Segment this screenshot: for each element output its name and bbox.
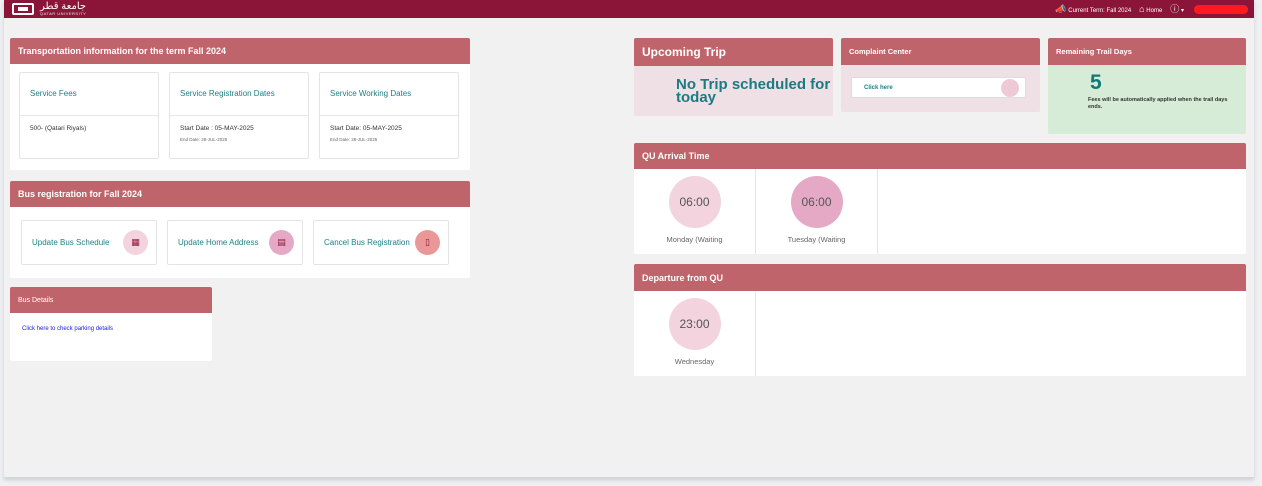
upcoming-trip-panel: Upcoming Trip No Trip scheduled for toda… <box>634 38 833 116</box>
complaint-center-panel: Complaint Center Click here <box>841 38 1040 112</box>
departure-panel: Departure from QU 23:00 Wednesday <box>634 264 1246 376</box>
term-indicator: 📣 Current Term: Fall 2024 <box>1055 3 1132 14</box>
service-working-dates-card: Service Working Dates Start Date: 05-MAY… <box>319 72 459 159</box>
card-value: 500- (Qatari Riyals) <box>30 125 87 132</box>
arrival-time-panel: QU Arrival Time 06:00 Monday (Waiting 06… <box>634 143 1246 254</box>
departure-time-item: 23:00 Wednesday <box>634 291 756 376</box>
bus-details-title: Bus Details <box>10 287 212 313</box>
card-subvalue: End Date: 28-JUL-2025 <box>330 137 378 142</box>
update-home-address-button[interactable]: Update Home Address ▤ <box>167 220 303 265</box>
service-registration-dates-card: Service Registration Dates Start Date : … <box>169 72 309 159</box>
action-label: Cancel Bus Registration <box>324 237 410 247</box>
arrival-time-item: 06:00 Monday (Waiting <box>634 169 756 254</box>
arrival-time-item: 06:00 Tuesday (Waiting <box>756 169 878 254</box>
card-title: Service Working Dates <box>320 73 458 116</box>
card-subvalue: End Date: 28-JUL-2025 <box>180 137 228 142</box>
action-label: Update Bus Schedule <box>32 237 110 247</box>
help-icon: ⓘ <box>1170 3 1180 14</box>
time-day: Monday (Waiting <box>666 235 723 244</box>
transport-info-panel: Transportation information for the term … <box>10 38 470 170</box>
university-logo[interactable]: جامعة قطر QATAR UNIVERSITY <box>12 0 86 18</box>
trail-days-note: Fees will be automatically applied when … <box>1088 97 1228 111</box>
bus-registration-panel: Bus registration for Fall 2024 Update Bu… <box>10 181 470 278</box>
departure-title: Departure from QU <box>634 264 1246 291</box>
home-link[interactable]: ⌂ Home <box>1139 3 1163 14</box>
term-label: Current Term: Fall 2024 <box>1068 7 1132 14</box>
complaint-click-here-button[interactable]: Click here <box>851 77 1026 98</box>
trail-days-title: Remaining Trail Days <box>1048 38 1246 65</box>
document-icon: ▤ <box>269 230 294 255</box>
complaint-icon <box>1001 78 1019 97</box>
card-title: Service Registration Dates <box>170 73 308 116</box>
time-value: 06:00 <box>790 176 843 228</box>
top-right-menu: 📣 Current Term: Fall 2024 ⌂ Home ⓘ ▾ <box>1055 0 1248 18</box>
complaint-link-label: Click here <box>864 84 893 91</box>
bus-registration-title: Bus registration for Fall 2024 <box>10 181 470 207</box>
trail-days-count: 5 <box>1090 71 1102 94</box>
action-label: Update Home Address <box>178 237 259 247</box>
megaphone-icon: 📣 <box>1055 3 1067 14</box>
parking-details-link[interactable]: Click here to check parking details <box>10 313 212 345</box>
update-bus-schedule-button[interactable]: Update Bus Schedule ▦ <box>21 220 157 265</box>
page-frame: جامعة قطر QATAR UNIVERSITY 📣 Current Ter… <box>4 0 1254 478</box>
time-day: Wednesday <box>674 357 715 366</box>
logo-icon <box>12 3 34 15</box>
card-title: Service Fees <box>20 73 158 116</box>
user-name-redacted[interactable] <box>1194 4 1248 14</box>
calendar-icon: ▦ <box>123 230 148 255</box>
top-bar: جامعة قطر QATAR UNIVERSITY 📣 Current Ter… <box>4 0 1254 18</box>
card-value: Start Date : 05-MAY-2025 <box>180 125 254 132</box>
bus-details-panel: Bus Details Click here to check parking … <box>10 287 212 361</box>
service-fees-card: Service Fees 500- (Qatari Riyals) <box>19 72 159 159</box>
complaint-center-title: Complaint Center <box>841 38 1040 65</box>
remaining-trail-days-panel: Remaining Trail Days 5 Fees will be auto… <box>1048 38 1246 134</box>
upcoming-trip-title: Upcoming Trip <box>634 38 833 66</box>
card-value: Start Date: 05-MAY-2025 <box>330 125 402 132</box>
transport-info-title: Transportation information for the term … <box>10 38 470 64</box>
arrival-time-title: QU Arrival Time <box>634 143 1246 169</box>
time-value: 23:00 <box>668 298 721 350</box>
home-icon: ⌂ <box>1139 3 1145 14</box>
time-value: 06:00 <box>668 176 721 228</box>
help-dropdown[interactable]: ⓘ ▾ <box>1170 3 1184 14</box>
cancel-bus-registration-button[interactable]: Cancel Bus Registration ▯ <box>313 220 449 265</box>
chevron-down-icon: ▾ <box>1180 7 1184 14</box>
time-day: Tuesday (Waiting <box>787 235 846 244</box>
home-label: Home <box>1146 7 1163 14</box>
no-trip-message: No Trip scheduled for today <box>676 76 831 106</box>
logo-english-text: QATAR UNIVERSITY <box>40 11 87 16</box>
trash-icon: ▯ <box>415 230 440 255</box>
